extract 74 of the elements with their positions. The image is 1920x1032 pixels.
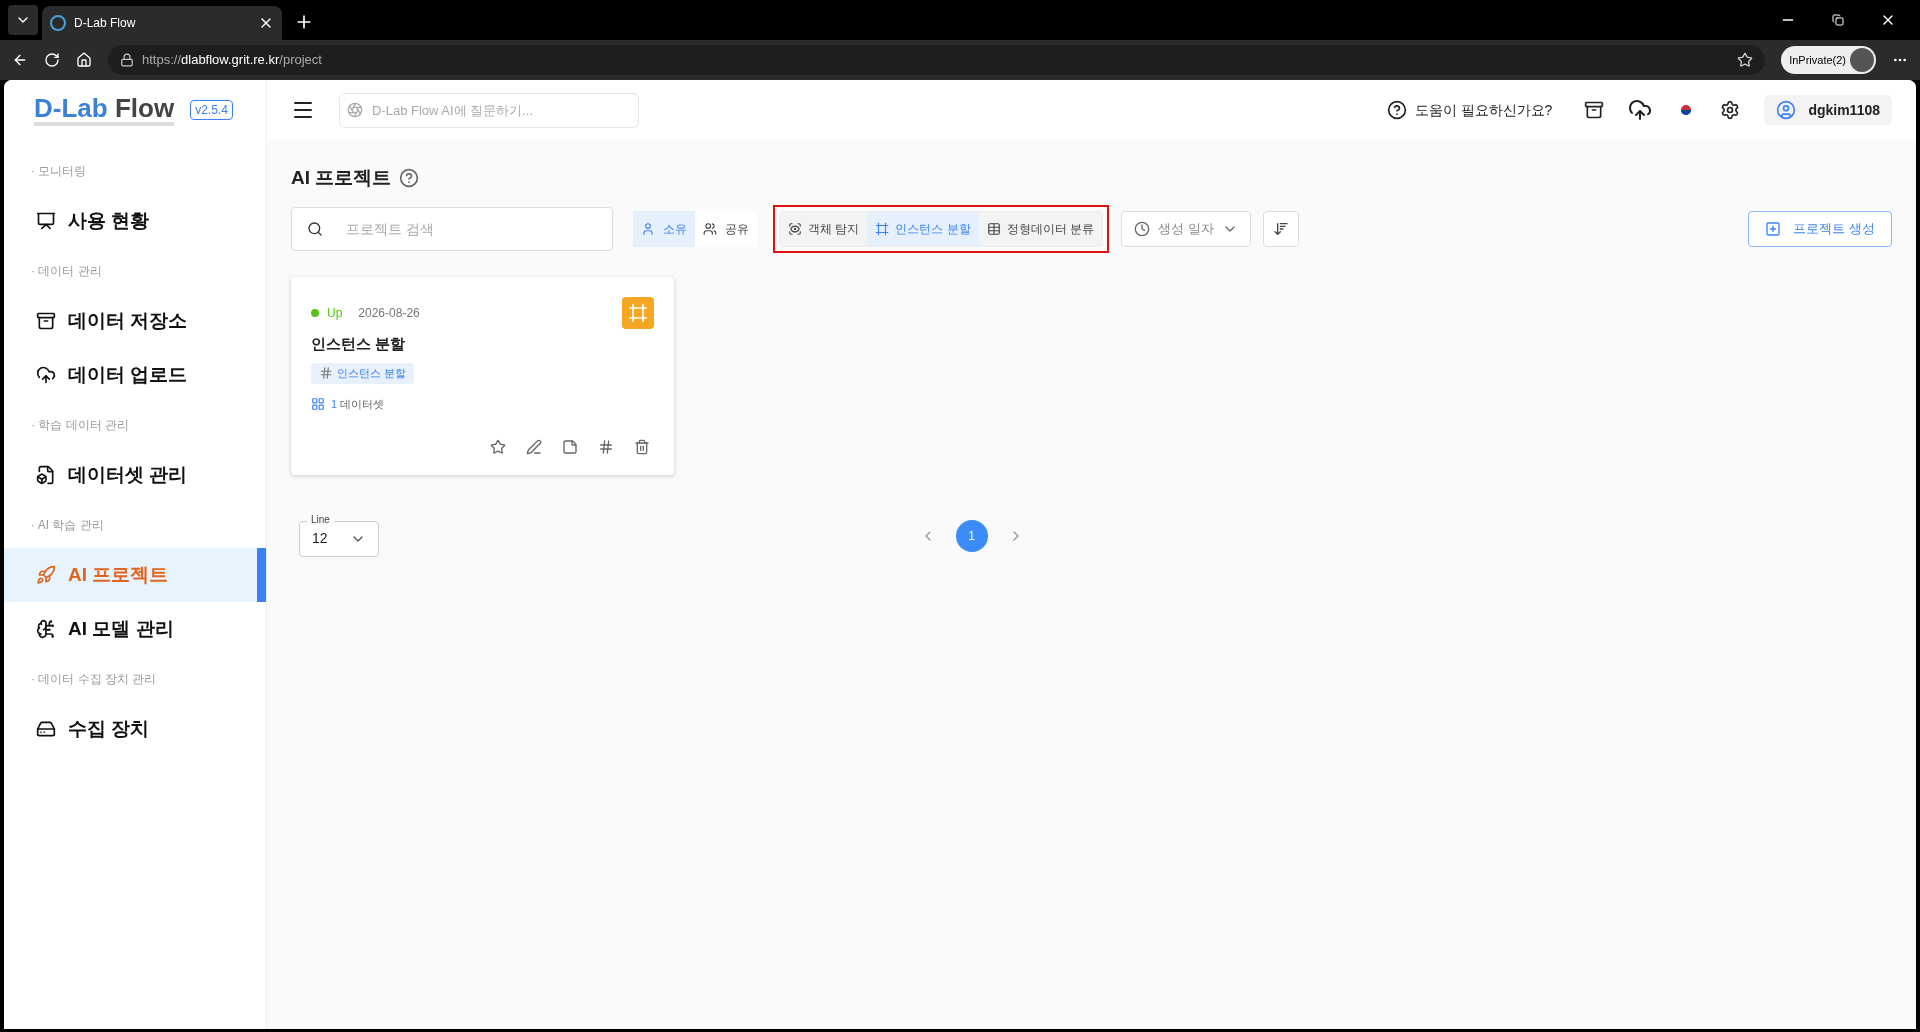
frame-icon: [875, 221, 890, 236]
sidebar-item[interactable]: 데이터셋 관리: [4, 448, 266, 502]
ai-question-field[interactable]: D-Lab Flow AI에 질문하기...: [339, 92, 639, 128]
tab-title: D-Lab Flow: [74, 15, 137, 32]
favicon-icon: [50, 15, 66, 31]
dataset-count: 1 데이터셋: [331, 396, 385, 412]
sort-order-button[interactable]: [1262, 210, 1299, 247]
help-link[interactable]: 도움이 필요하신가요?: [1414, 99, 1553, 121]
plus-square-icon: [1765, 220, 1782, 237]
sidebar-item[interactable]: 수집 장치: [4, 702, 266, 756]
avatar-icon: [1850, 48, 1874, 72]
type-filter[interactable]: 객체 탐지: [780, 211, 868, 246]
sidebar-item[interactable]: 사용 현황: [4, 194, 266, 248]
create-project-button[interactable]: 프로젝트 생성: [1748, 210, 1892, 247]
project-search-field[interactable]: 프로젝트 검색: [291, 206, 613, 251]
sidebar-item[interactable]: 데이터 업로드: [4, 348, 266, 402]
delete-icon[interactable]: [634, 438, 650, 455]
home-icon[interactable]: [76, 52, 92, 68]
section-label: · 모니터링: [30, 163, 87, 180]
section-label: · 학습 데이터 관리: [30, 417, 129, 434]
project-title: 인스턴스 분할: [311, 333, 407, 354]
rocket-icon: [36, 565, 56, 585]
file-box-icon: [36, 465, 56, 485]
sort-dropdown[interactable]: 생성 일자: [1121, 210, 1251, 247]
hash-icon: [319, 366, 333, 381]
users-icon: [703, 221, 717, 236]
ownership-filter[interactable]: 공유: [695, 210, 757, 247]
version-badge: v2.5.4: [190, 100, 233, 120]
url-text: https://dlabflow.grit.re.kr/project: [142, 51, 323, 70]
archive-icon: [36, 311, 56, 331]
browser-tab[interactable]: D-Lab Flow: [42, 6, 282, 40]
page-title: AI 프로젝트: [291, 166, 392, 190]
dataset-icon: [311, 396, 325, 411]
table-icon: [986, 221, 1001, 236]
restore-icon[interactable]: [1832, 14, 1844, 26]
tab-list-button[interactable]: [8, 5, 38, 35]
lock-icon: [120, 53, 134, 67]
reload-icon[interactable]: [44, 52, 60, 68]
edit-icon[interactable]: [526, 438, 542, 455]
hash-icon[interactable]: [598, 438, 614, 455]
project-card[interactable]: Up 2026-08-26 인스턴스 분할 인스턴스 분할 1 데이터셋: [291, 276, 674, 475]
brain-circuit-icon: [36, 619, 56, 639]
address-bar[interactable]: https://dlabflow.grit.re.kr/project: [108, 45, 1766, 75]
user-icon: [641, 221, 655, 236]
frame-icon: [628, 302, 648, 323]
user-avatar-icon: [1776, 100, 1797, 120]
status-text: Up: [327, 304, 343, 322]
presentation-chart-icon: [36, 211, 56, 231]
help-icon[interactable]: [1386, 100, 1407, 120]
back-icon[interactable]: [12, 52, 28, 68]
search-icon: [307, 220, 323, 237]
section-label: · 데이터 수집 장치 관리: [30, 671, 157, 688]
clock-icon: [1134, 220, 1151, 237]
star-icon[interactable]: [490, 438, 506, 455]
upload-icon[interactable]: [1628, 98, 1653, 122]
sidebar-item[interactable]: AI 모델 관리: [4, 602, 266, 656]
section-label: · 데이터 관리: [30, 263, 102, 280]
note-icon[interactable]: [562, 438, 578, 455]
cloud-upload-icon: [36, 365, 56, 385]
type-filter[interactable]: 정형데이터 분류: [978, 211, 1103, 246]
settings-icon[interactable]: [1720, 100, 1741, 120]
ai-icon: [347, 101, 363, 118]
user-button[interactable]: dgkim1108: [1764, 95, 1892, 125]
archive-icon[interactable]: [1584, 100, 1605, 120]
favorite-icon[interactable]: [1737, 52, 1754, 68]
date-text: 2026-08-26: [358, 304, 420, 322]
profile-button[interactable]: InPrivate(2): [1781, 46, 1876, 74]
hard-drive-icon: [36, 719, 56, 739]
section-label: · AI 학습 관리: [30, 517, 104, 534]
sidebar-item[interactable]: 데이터 저장소: [4, 294, 266, 348]
sort-icon: [1272, 220, 1289, 237]
scan-icon: [788, 221, 802, 236]
logo-text: D-Lab Flow: [34, 94, 175, 126]
project-tag: 인스턴스 분할: [311, 363, 415, 384]
